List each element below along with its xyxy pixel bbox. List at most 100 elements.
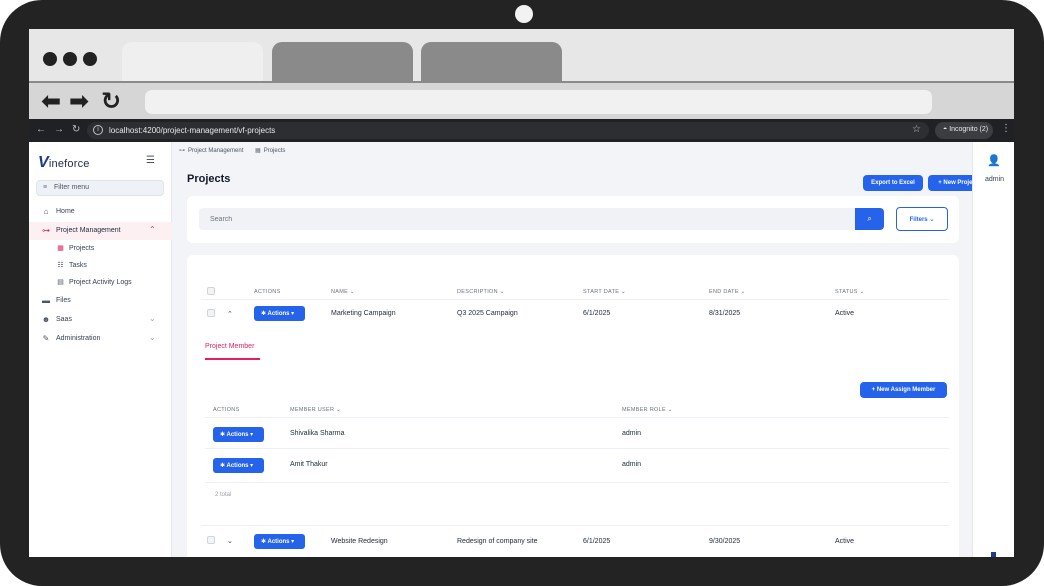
mock-browser-tabbar — [29, 29, 1014, 81]
window-dot-icon — [43, 52, 57, 66]
filter-menu-input[interactable]: ≡ Filter menu — [36, 180, 164, 196]
breadcrumb-separator — [248, 148, 250, 154]
sidebar: Vineforce ☰ ≡ Filter menu ⌂ Home ⊶ Proje… — [29, 142, 172, 557]
row-divider — [205, 448, 949, 449]
column-header-description[interactable]: DESCRIPTION ⌄ — [457, 289, 505, 295]
sidebar-item-label: Saas — [56, 316, 72, 323]
cell-name: Website Redesign — [331, 538, 388, 545]
back-arrow-icon[interactable]: ⬅ — [41, 90, 61, 114]
member-header-actions: ACTIONS — [213, 407, 240, 413]
column-header-label: STATUS — [835, 289, 858, 295]
breadcrumb: ⊶ Project Management ▦ Projects — [179, 147, 285, 154]
sidebar-subitem-activity-logs[interactable]: ▤ Project Activity Logs — [29, 274, 172, 291]
back-icon[interactable]: ← — [36, 124, 46, 136]
sidebar-item-saas[interactable]: ☻ Saas ⌄ — [29, 311, 172, 329]
sidebar-subitem-label: Project Activity Logs — [69, 279, 132, 286]
address-bar[interactable]: i localhost:4200/project-management/vf-p… — [87, 122, 929, 139]
user-avatar-icon[interactable]: 👤 — [987, 154, 1001, 167]
sidebar-subitem-label: Projects — [69, 245, 95, 252]
member-actions-button[interactable]: ✱ Actions ▾ — [213, 427, 264, 442]
mock-address-bar[interactable] — [145, 90, 932, 114]
member-header-role[interactable]: MEMBER ROLE ⌄ — [622, 407, 673, 413]
column-header-label: START DATE — [583, 289, 620, 295]
sidebar-item-label: Administration — [56, 335, 101, 342]
search-card: ⌕ Filters ⌄ — [187, 196, 959, 243]
sitemap-icon: ⊶ — [179, 148, 185, 154]
device-frame: ⬅ ➡ ↻ ← → ↻ i localhost:4200/project-man… — [0, 0, 1044, 586]
chevron-up-icon[interactable]: ⌃ — [149, 225, 156, 234]
sidebar-item-project-management[interactable]: ⊶ Project Management ⌃ — [29, 222, 172, 240]
bookmark-star-icon[interactable]: ☆ — [912, 124, 921, 135]
column-header-start-date[interactable]: START DATE ⌄ — [583, 289, 626, 295]
forward-arrow-icon[interactable]: ➡ — [69, 90, 89, 114]
row-actions-button[interactable]: ✱ Actions ▾ — [254, 306, 305, 321]
member-header-user[interactable]: MEMBER USER ⌄ — [290, 407, 341, 413]
breadcrumb-current: Projects — [263, 148, 286, 154]
column-header-label: END DATE — [709, 289, 739, 295]
scroll-indicator — [991, 552, 996, 557]
wrench-icon: ✎ — [42, 334, 50, 343]
row-checkbox[interactable] — [207, 536, 215, 544]
reload-icon[interactable]: ↻ — [72, 124, 80, 136]
menu-collapse-icon[interactable]: ☰ — [146, 155, 155, 166]
site-info-icon[interactable]: i — [93, 125, 103, 135]
sidebar-item-files[interactable]: ▬ Files — [29, 292, 172, 310]
window-dot-icon — [83, 52, 97, 66]
row-actions-button[interactable]: ✱ Actions ▾ — [254, 534, 305, 549]
folder-icon: ▬ — [42, 296, 50, 305]
table-icon: ▦ — [57, 245, 64, 252]
reload-icon[interactable]: ↻ — [101, 90, 121, 114]
chevron-down-icon[interactable]: ⌄ — [149, 314, 156, 323]
cell-description: Q3 2025 Campaign — [457, 310, 518, 317]
sidebar-item-label: Home — [56, 208, 75, 215]
sidebar-item-label: Project Management — [56, 227, 121, 234]
member-cell-role: admin — [622, 461, 642, 468]
sitemap-icon: ⊶ — [42, 226, 50, 235]
browser-menu-icon[interactable]: ⋮ — [1001, 123, 1011, 134]
camera-dot — [515, 5, 533, 23]
caret-down-icon: ▾ — [289, 311, 295, 317]
member-actions-button[interactable]: ✱ Actions ▾ — [213, 458, 264, 473]
sidebar-item-home[interactable]: ⌂ Home — [29, 203, 172, 221]
filters-button[interactable]: Filters ⌄ — [896, 207, 948, 231]
row-divider — [201, 299, 949, 300]
export-excel-button[interactable]: Export to Excel — [863, 175, 923, 191]
incognito-badge[interactable]: ◓ Incognito (2) — [935, 122, 993, 139]
column-header-end-date[interactable]: END DATE ⌄ — [709, 289, 746, 295]
mock-tab[interactable] — [272, 42, 413, 81]
sidebar-subitem-tasks[interactable]: ☷ Tasks — [29, 257, 172, 274]
column-header-name[interactable]: NAME ⌄ — [331, 289, 355, 295]
breadcrumb-parent[interactable]: Project Management — [188, 148, 243, 154]
brand-logo[interactable]: Vineforce — [38, 154, 90, 172]
caret-down-icon: ▾ — [248, 432, 254, 438]
export-excel-label: Export to Excel — [871, 180, 915, 186]
select-all-checkbox[interactable] — [207, 287, 215, 295]
screen: ⬅ ➡ ↻ ← → ↻ i localhost:4200/project-man… — [29, 29, 1014, 557]
member-header-label: MEMBER ROLE — [622, 407, 666, 413]
cell-name: Marketing Campaign — [331, 310, 396, 317]
search-button[interactable]: ⌕ — [855, 208, 884, 230]
list-icon: ☷ — [57, 262, 64, 269]
member-cell-user: Amit Thakur — [290, 461, 328, 468]
search-input[interactable] — [199, 208, 855, 230]
new-assign-member-button[interactable]: + New Assign Member — [860, 382, 947, 398]
cell-end-date: 9/30/2025 — [709, 538, 741, 545]
logo-mark: V — [38, 154, 49, 171]
mock-tab-active[interactable] — [122, 42, 263, 81]
filters-label: Filters — [909, 217, 928, 223]
user-name[interactable]: admin — [985, 176, 1004, 183]
sidebar-subitem-projects[interactable]: ▦ Projects — [29, 240, 172, 257]
tab-project-member[interactable]: Project Member — [205, 343, 254, 350]
mock-tab[interactable] — [421, 42, 562, 81]
cell-start-date: 6/1/2025 — [583, 538, 611, 545]
chevron-down-icon[interactable]: ⌄ — [149, 333, 156, 342]
row-checkbox[interactable] — [207, 309, 215, 317]
browser-toolbar: ← → ↻ i localhost:4200/project-managemen… — [29, 119, 1014, 142]
column-header-status[interactable]: STATUS ⌄ — [835, 289, 864, 295]
forward-icon[interactable]: → — [54, 124, 64, 136]
sidebar-item-administration[interactable]: ✎ Administration ⌄ — [29, 330, 172, 348]
caret-down-icon: ▾ — [289, 539, 295, 545]
expand-row-icon[interactable]: ⌄ — [227, 537, 233, 545]
collapse-row-icon[interactable]: ⌃ — [227, 310, 233, 318]
main-content: ⊶ Project Management ▦ Projects Projects E… — [172, 142, 988, 557]
